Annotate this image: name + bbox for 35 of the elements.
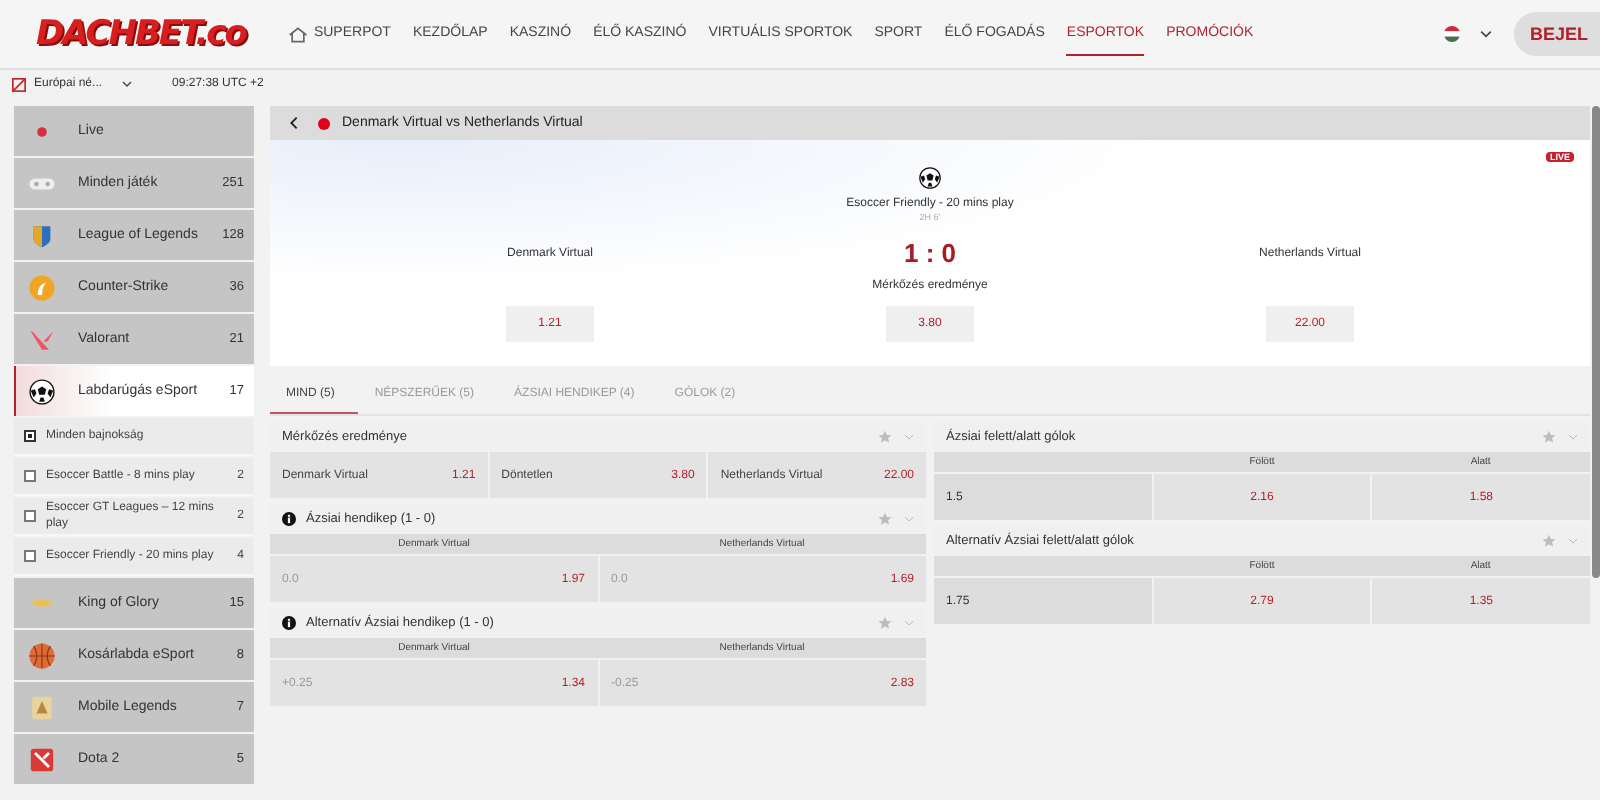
soccer-ball-icon <box>28 377 56 405</box>
star-icon <box>1542 429 1556 443</box>
chevron-down-icon <box>904 433 914 439</box>
chevron-down-icon <box>904 619 914 625</box>
chevron-down-icon <box>904 515 914 521</box>
odds-icon <box>12 77 26 91</box>
logo[interactable]: DACHBET.co <box>34 9 252 59</box>
framed-emblem-icon <box>28 693 56 721</box>
scrollbar[interactable] <box>1592 106 1600 578</box>
square-emblem-icon <box>28 745 56 773</box>
star-icon <box>1542 533 1556 547</box>
star-icon <box>878 429 892 443</box>
basketball-icon <box>28 641 56 669</box>
login-button[interactable]: BEJEL <box>1513 12 1600 56</box>
checkbox[interactable] <box>24 470 36 482</box>
star-icon <box>878 615 892 629</box>
house-icon <box>287 25 308 43</box>
chevron-down-icon <box>122 80 133 88</box>
chevron-down-icon <box>1568 537 1578 543</box>
checkbox[interactable] <box>24 510 36 522</box>
star-icon <box>878 511 892 525</box>
shield-icon <box>28 221 56 249</box>
info-icon <box>282 511 296 525</box>
soccer-ball-icon <box>917 166 942 190</box>
chevron-down-icon <box>1568 433 1578 439</box>
info-icon <box>282 615 296 629</box>
chevron-down-icon[interactable] <box>1479 30 1492 38</box>
live-dot-icon <box>318 117 330 129</box>
flag-icon[interactable] <box>1443 26 1460 42</box>
game-logo-icon <box>28 273 56 301</box>
score: 1 : 0 <box>903 238 956 268</box>
back-icon[interactable] <box>290 116 298 130</box>
checkbox[interactable] <box>24 550 36 562</box>
live-dot-icon <box>36 125 48 137</box>
checkbox[interactable] <box>24 430 36 442</box>
